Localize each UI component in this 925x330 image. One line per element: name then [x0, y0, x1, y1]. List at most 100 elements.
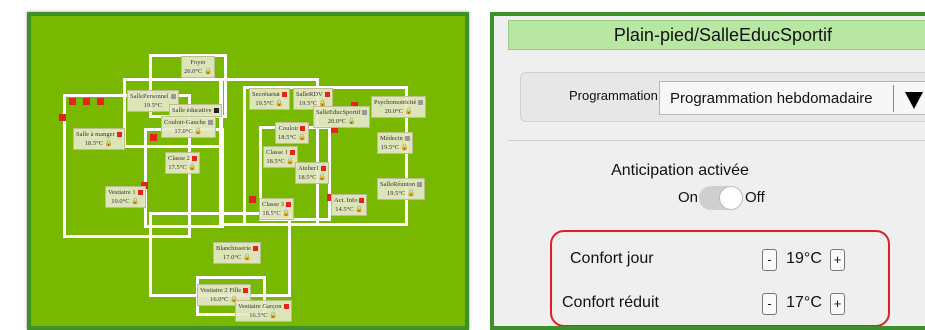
room-label-classe-1[interactable]: Classe 1 18.5°C 🔒 — [263, 146, 298, 168]
lock-icon: 🔒 — [131, 198, 140, 205]
room-name: Atelier1 — [298, 165, 320, 172]
lock-icon: 🔒 — [406, 190, 416, 197]
confort-reduit-increment-button[interactable]: + — [830, 293, 845, 315]
room-name: SalleRéunion — [380, 181, 416, 188]
room-temp: 18.5°C — [298, 174, 317, 181]
room-name: SalleRDV — [296, 91, 323, 98]
heater-status-icon — [362, 110, 368, 116]
room-name: SalleEducSportif — [316, 109, 361, 116]
room-temp: 19.0°C — [111, 198, 130, 205]
room-temp: 16.5°C — [249, 312, 268, 319]
lock-icon: 🔒 — [188, 164, 197, 171]
heater-status-icon — [417, 182, 423, 188]
toggle-on-label: On — [678, 189, 699, 206]
room-temp: 18.5°C — [266, 158, 285, 165]
room-label-act-info[interactable]: Act. Info 14.5°C 🔒 — [331, 194, 368, 216]
lock-icon: 🔒 — [269, 312, 278, 319]
heater-status-icon — [321, 166, 327, 172]
room-name: Vestiaire Garçon — [238, 303, 282, 310]
lock-icon: 🔒 — [355, 206, 364, 213]
room-label-couloir[interactable]: Couloir 18.5°C 🔒 — [275, 122, 310, 144]
heater-marker — [249, 196, 256, 203]
room-label-atelier1[interactable]: Atelier1 18.5°C 🔒 — [295, 162, 330, 184]
room-temp: 20.0°C — [384, 108, 403, 115]
room-label-classe-3[interactable]: Classe 3 18.5°C 🔒 — [259, 198, 294, 220]
heater-status-icon — [253, 246, 259, 252]
anticipation-toggle[interactable] — [699, 186, 743, 210]
heater-status-icon — [191, 156, 197, 162]
room-label-sallereunion[interactable]: SalleRéunion 19.5°C 🔒 — [377, 178, 426, 200]
heater-marker — [59, 114, 66, 121]
room-label-blanchisserie[interactable]: Blanchisserie 17.0°C 🔒 — [213, 242, 262, 264]
room-label-secretariat[interactable]: Secrétariat 19.5°C 🔒 — [249, 88, 290, 110]
select-divider — [893, 85, 894, 112]
room-temp: 19.5°C — [255, 100, 274, 107]
room-name: Salle éducative — [172, 107, 212, 114]
room-label-vestiaire-garcon[interactable]: Vestiaire Garçon 16.5°C 🔒 — [235, 300, 292, 322]
confort-jour-increment-button[interactable]: + — [830, 249, 845, 271]
room-label-vestiaire-1[interactable]: Vestiaire 1 19.0°C 🔒 — [105, 186, 146, 208]
confort-jour-value: 19°C — [786, 250, 822, 267]
room-temp: 20.0°C — [327, 118, 346, 125]
room-temp: 16.0°C — [210, 296, 229, 303]
lock-icon: 🔒 — [404, 108, 413, 115]
heater-marker — [83, 98, 90, 105]
room-name: Vestiaire 2 Fille — [200, 287, 242, 294]
room-temp: 18.5°C — [84, 140, 104, 147]
heater-status-icon — [289, 150, 295, 156]
toggle-knob[interactable] — [719, 186, 743, 210]
room-name: Vestiaire 1 — [108, 189, 136, 196]
confort-jour-label: Confort jour — [570, 250, 654, 267]
room-name: Classe 2 — [168, 155, 190, 162]
room-label-salle-a-manger[interactable]: Salle à manger 18.5°C 🔒 — [73, 128, 125, 150]
heater-status-icon — [243, 288, 249, 294]
room-name: Couloir-Gauche — [164, 119, 206, 126]
heater-status-icon — [359, 198, 365, 204]
room-temp: 20.0°C — [184, 68, 203, 75]
divider — [508, 140, 925, 141]
confort-jour-decrement-button[interactable]: - — [762, 249, 777, 271]
lock-icon: 🔒 — [282, 210, 291, 217]
programmation-selected-value: Programmation hebdomadaire — [670, 90, 873, 107]
heater-marker — [97, 98, 104, 105]
heater-status-icon — [283, 304, 289, 310]
confort-reduit-decrement-button[interactable]: - — [762, 293, 777, 315]
lock-icon: 🔒 — [104, 140, 113, 147]
panel-title: Plain-pied/SalleEducSportif — [508, 20, 925, 50]
heater-status-icon — [170, 94, 176, 100]
toggle-off-label: Off — [745, 189, 765, 206]
lock-icon: 🔒 — [347, 118, 356, 125]
programmation-select[interactable]: Programmation hebdomadaire — [659, 81, 925, 115]
room-temp: 18.5°C — [262, 210, 281, 217]
confort-reduit-label: Confort réduit — [562, 294, 659, 311]
dropdown-arrow-icon[interactable] — [905, 92, 923, 109]
heater-status-icon — [285, 202, 291, 208]
room-name: Secrétariat — [252, 91, 280, 98]
lock-icon: 🔒 — [318, 174, 327, 181]
room-label-medecin[interactable]: Médecin 19.5°C 🔒 — [377, 132, 413, 154]
room-temp: 19.5°C — [387, 190, 406, 197]
room-label-couloir-gauche[interactable]: Couloir-Gauche 17.0°C 🔒 — [161, 116, 216, 138]
room-label-salleeducsportif[interactable]: SalleEducSportif 20.0°C 🔒 — [313, 106, 371, 128]
heater-status-icon — [281, 92, 287, 98]
lock-icon: 🔒 — [275, 100, 284, 107]
heater-status-icon — [207, 120, 213, 126]
room-name: Classe 3 — [262, 201, 284, 208]
heater-status-icon — [324, 92, 330, 98]
lock-icon: 🔒 — [286, 158, 295, 165]
room-temp: 17.5°C — [168, 164, 187, 171]
room-temp: 19.5°C — [143, 102, 162, 109]
confort-settings-highlight: Confort jour - 19°C + Confort réduit - 1… — [550, 230, 890, 326]
room-name: Couloir — [278, 125, 299, 132]
room-label-classe-2[interactable]: Classe 2 17.5°C 🔒 — [165, 152, 200, 174]
room-label-foyer[interactable]: Foyer 20.0°C 🔒 — [181, 56, 216, 78]
heater-status-icon — [404, 136, 410, 142]
anticipation-label: Anticipation activée — [611, 162, 749, 179]
room-name: SallePersonnel — [130, 93, 169, 100]
lock-icon: 🔒 — [194, 128, 203, 135]
room-label-psychomotricite[interactable]: Psychomotricité 20.0°C 🔒 — [371, 96, 427, 118]
heater-marker — [69, 98, 76, 105]
room-name: Foyer — [190, 59, 206, 66]
programmation-label: Programmation — [569, 88, 658, 103]
heater-marker — [150, 134, 157, 141]
